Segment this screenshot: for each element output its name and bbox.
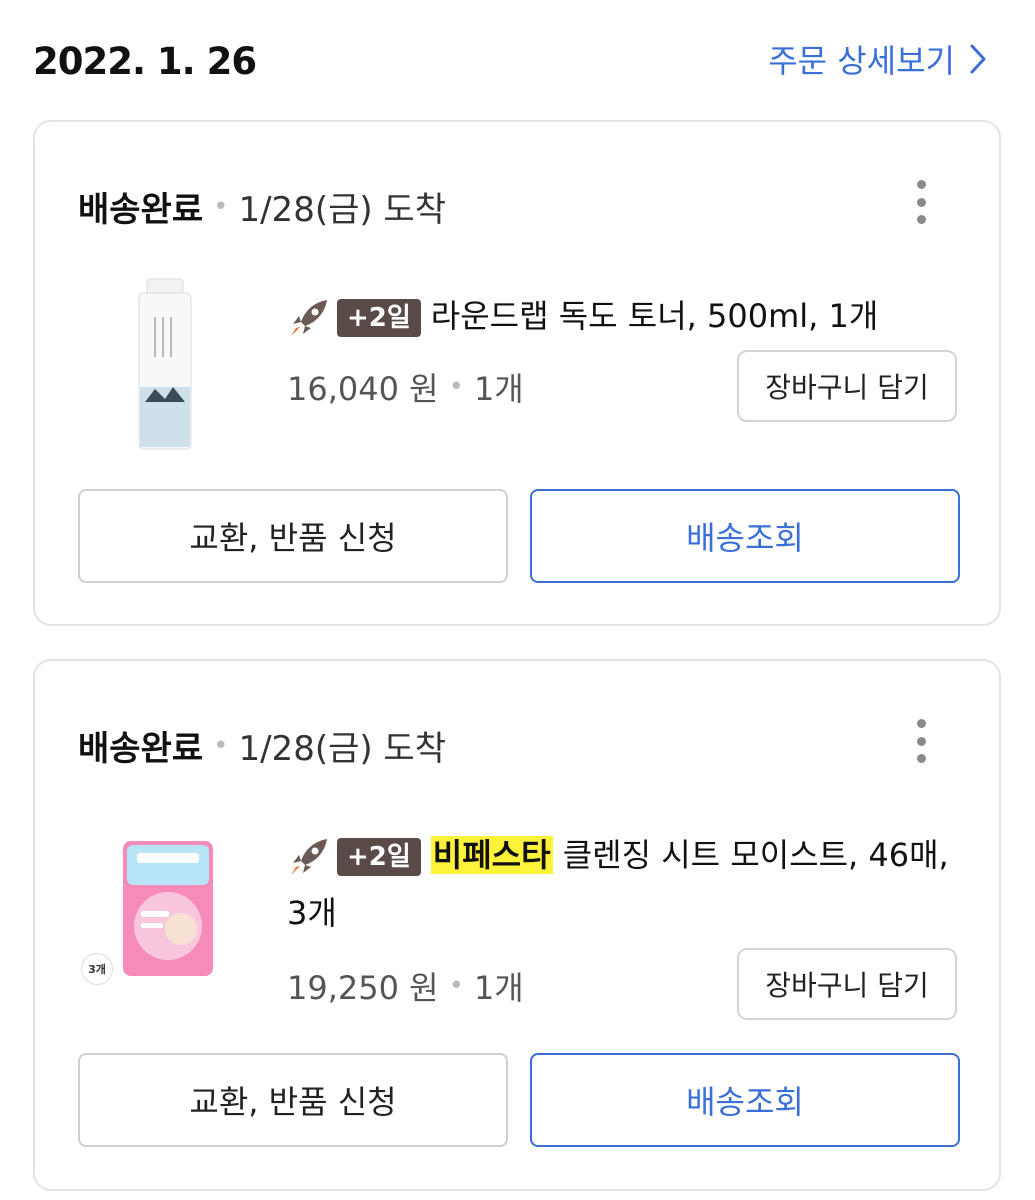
separator-dot: • (448, 971, 464, 1001)
track-delivery-button[interactable]: 배송조회 (530, 489, 960, 583)
price-line: 19,250 원 • 1개 (287, 963, 524, 1009)
order-card: 배송완료 • 1/28(금) 도착 +2일 라운드랩 독도 토너, 500ml, … (33, 120, 1001, 626)
more-options-icon[interactable] (909, 180, 933, 224)
brand-highlight: 비페스타 (430, 836, 553, 874)
delivery-status: 배송완료 (78, 729, 204, 769)
product-title-row[interactable]: +2일 라운드랩 독도 토너, 500ml, 1개 (287, 287, 949, 345)
exchange-return-button[interactable]: 교환, 반품 신청 (78, 1053, 508, 1147)
product-price: 19,250 원 (287, 969, 439, 1007)
more-options-icon[interactable] (909, 719, 933, 763)
arrival-date: 1/28(금) 도착 (238, 729, 446, 769)
product-quantity: 1개 (473, 969, 524, 1007)
order-card: 배송완료 • 1/28(금) 도착 3개 +2일 비페스타 클렌징 시트 모이스트… (33, 659, 1001, 1191)
product-title: 라운드랩 독도 토너, 500ml, 1개 (430, 297, 879, 335)
separator-dot: • (213, 191, 229, 222)
pack-count-tag: 3개 (81, 953, 113, 985)
separator-dot: • (213, 730, 229, 761)
add-to-cart-button[interactable]: 장바구니 담기 (737, 350, 957, 422)
delivery-status-line: 배송완료 • 1/28(금) 도착 (78, 721, 446, 770)
delivery-status: 배송완료 (78, 190, 204, 230)
add-to-cart-button[interactable]: 장바구니 담기 (737, 948, 957, 1020)
rocket-delivery-icon (291, 300, 327, 336)
separator-dot: • (448, 372, 464, 402)
order-detail-label: 주문 상세보기 (768, 42, 955, 80)
order-date: 2022. 1. 26 (33, 40, 257, 83)
arrival-date: 1/28(금) 도착 (238, 190, 446, 230)
track-delivery-button[interactable]: 배송조회 (530, 1053, 960, 1147)
product-title-row[interactable]: +2일 비페스타 클렌징 시트 모이스트, 46매, 3개 (287, 826, 949, 942)
product-price: 16,040 원 (287, 370, 439, 408)
order-detail-link[interactable]: 주문 상세보기 (768, 36, 987, 82)
delivery-badge: +2일 (337, 299, 421, 337)
delivery-status-line: 배송완료 • 1/28(금) 도착 (78, 182, 446, 231)
rocket-delivery-icon (291, 839, 327, 875)
product-image-cleansing-sheet[interactable]: 3개 (81, 831, 221, 985)
chevron-right-icon (970, 44, 986, 74)
product-image-toner[interactable] (125, 277, 205, 452)
product-quantity: 1개 (473, 370, 524, 408)
price-line: 16,040 원 • 1개 (287, 364, 524, 410)
exchange-return-button[interactable]: 교환, 반품 신청 (78, 489, 508, 583)
delivery-badge: +2일 (337, 838, 421, 876)
